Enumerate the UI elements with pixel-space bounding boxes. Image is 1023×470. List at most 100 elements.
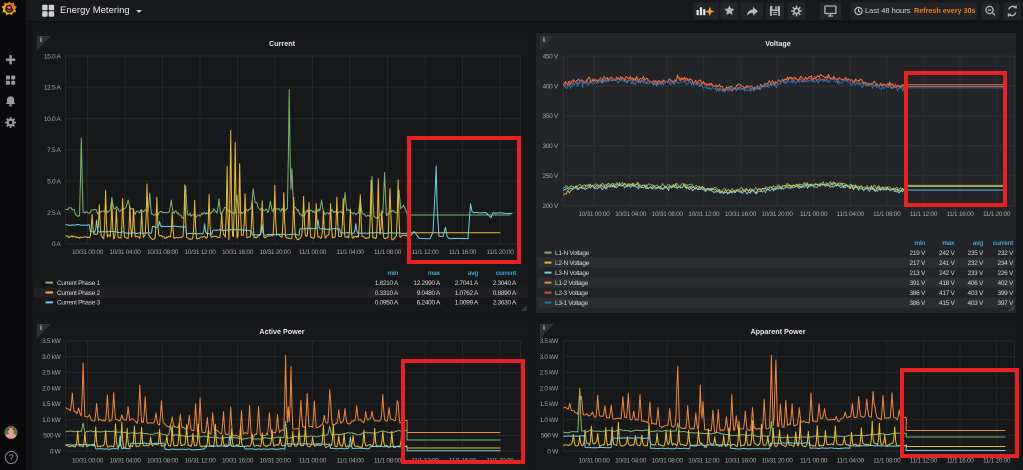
- svg-text:11/1 08:00: 11/1 08:00: [873, 457, 901, 464]
- svg-text:Current: Current: [269, 39, 296, 48]
- svg-text:current: current: [993, 240, 1014, 247]
- svg-text:Current Phase 2: Current Phase 2: [57, 290, 101, 297]
- svg-text:Active Power: Active Power: [259, 327, 304, 336]
- svg-text:234 V: 234 V: [998, 260, 1014, 267]
- svg-text:500 W: 500 W: [541, 433, 559, 440]
- svg-text:1.5 kW: 1.5 kW: [42, 401, 62, 408]
- svg-text:max: max: [942, 240, 955, 247]
- svg-text:402 V: 402 V: [998, 280, 1014, 287]
- svg-text:217 V: 217 V: [910, 260, 926, 267]
- svg-text:2.0 kW: 2.0 kW: [42, 385, 62, 392]
- svg-text:L3-1 Voltage: L3-1 Voltage: [555, 300, 589, 307]
- svg-text:0.3310 A: 0.3310 A: [375, 290, 399, 297]
- svg-text:10/31 08:00: 10/31 08:00: [652, 211, 684, 218]
- svg-text:11/1 16:00: 11/1 16:00: [946, 457, 974, 464]
- svg-text:391 V: 391 V: [910, 280, 926, 287]
- svg-text:10/31 04:00: 10/31 04:00: [615, 211, 647, 218]
- svg-text:11/1 08:00: 11/1 08:00: [374, 249, 402, 256]
- svg-text:Current Phase 3: Current Phase 3: [57, 300, 101, 307]
- svg-text:397 V: 397 V: [998, 300, 1014, 307]
- svg-text:417 V: 417 V: [939, 290, 955, 297]
- svg-text:1.0762 A: 1.0762 A: [455, 290, 479, 297]
- svg-text:386 V: 386 V: [910, 300, 926, 307]
- svg-text:11/1 04:00: 11/1 04:00: [336, 457, 364, 464]
- svg-text:2.3040 A: 2.3040 A: [493, 280, 517, 287]
- svg-text:11/1 20:00: 11/1 20:00: [983, 457, 1011, 464]
- svg-text:9.0480 A: 9.0480 A: [417, 290, 441, 297]
- svg-text:1.5 kW: 1.5 kW: [540, 401, 560, 408]
- svg-text:15.0 A: 15.0 A: [44, 53, 62, 60]
- svg-text:11/1 12:00: 11/1 12:00: [910, 457, 938, 464]
- svg-text:250 V: 250 V: [543, 173, 559, 180]
- svg-text:2.5 kW: 2.5 kW: [42, 370, 62, 377]
- svg-text:11/1 12:00: 11/1 12:00: [910, 211, 938, 218]
- svg-text:3.5 kW: 3.5 kW: [540, 338, 560, 345]
- svg-text:235 V: 235 V: [968, 250, 984, 257]
- svg-text:2.0 kW: 2.0 kW: [540, 385, 560, 392]
- svg-text:max: max: [428, 270, 441, 277]
- svg-text:386 V: 386 V: [910, 290, 926, 297]
- svg-text:500 W: 500 W: [43, 433, 61, 440]
- svg-text:avg: avg: [973, 240, 984, 247]
- svg-text:242 V: 242 V: [939, 270, 955, 277]
- svg-text:Voltage: Voltage: [765, 39, 790, 48]
- svg-text:L2-3 Voltage: L2-3 Voltage: [555, 290, 589, 297]
- svg-text:12.2990 A: 12.2990 A: [413, 280, 441, 287]
- svg-text:0 A: 0 A: [52, 241, 61, 248]
- svg-text:11/1 00:00: 11/1 00:00: [299, 249, 327, 256]
- svg-text:232 V: 232 V: [968, 260, 984, 267]
- svg-text:403 V: 403 V: [968, 290, 984, 297]
- svg-text:11/1 00:00: 11/1 00:00: [800, 211, 828, 218]
- svg-text:10/31 16:00: 10/31 16:00: [222, 457, 254, 464]
- svg-text:Current Phase 1: Current Phase 1: [57, 280, 101, 287]
- svg-text:400 V: 400 V: [543, 83, 559, 90]
- svg-text:1.0 kW: 1.0 kW: [42, 417, 62, 424]
- svg-text:6.2400 A: 6.2400 A: [417, 300, 441, 307]
- svg-text:415 V: 415 V: [939, 300, 955, 307]
- svg-text:406 V: 406 V: [968, 280, 984, 287]
- svg-text:10/31 12:00: 10/31 12:00: [184, 249, 216, 256]
- svg-text:10/31 04:00: 10/31 04:00: [615, 457, 647, 464]
- svg-text:1.0 kW: 1.0 kW: [540, 417, 560, 424]
- svg-text:226 V: 226 V: [998, 270, 1014, 277]
- svg-text:10/31 08:00: 10/31 08:00: [147, 249, 179, 256]
- svg-text:1.0099 A: 1.0099 A: [455, 300, 479, 307]
- svg-text:10/31 08:00: 10/31 08:00: [652, 457, 684, 464]
- svg-text:min: min: [387, 270, 398, 277]
- svg-text:10.0 A: 10.0 A: [44, 116, 62, 123]
- svg-text:L1-N Voltage: L1-N Voltage: [555, 250, 590, 257]
- svg-text:11/1 04:00: 11/1 04:00: [336, 249, 364, 256]
- svg-text:10/31 12:00: 10/31 12:00: [688, 211, 720, 218]
- svg-text:2.5 A: 2.5 A: [47, 210, 61, 217]
- svg-text:399 V: 399 V: [998, 290, 1014, 297]
- svg-text:0 W: 0 W: [547, 448, 559, 455]
- svg-text:11/1 20:00: 11/1 20:00: [983, 211, 1011, 218]
- svg-text:11/1 08:00: 11/1 08:00: [873, 211, 901, 218]
- svg-text:3.5 kW: 3.5 kW: [42, 338, 62, 345]
- svg-text:12.5 A: 12.5 A: [44, 85, 62, 92]
- svg-text:200 V: 200 V: [543, 203, 559, 210]
- svg-text:Apparent Power: Apparent Power: [750, 327, 805, 336]
- svg-text:11/1 00:00: 11/1 00:00: [299, 457, 327, 464]
- svg-text:241 V: 241 V: [939, 260, 955, 267]
- svg-text:10/31 20:00: 10/31 20:00: [259, 457, 291, 464]
- svg-text:10/31 04:00: 10/31 04:00: [109, 457, 141, 464]
- svg-text:213 V: 213 V: [910, 270, 926, 277]
- svg-text:10/31 16:00: 10/31 16:00: [725, 211, 757, 218]
- svg-text:242 V: 242 V: [939, 250, 955, 257]
- svg-text:3.0 kW: 3.0 kW: [540, 354, 560, 361]
- svg-text:1.8210 A: 1.8210 A: [375, 280, 399, 287]
- svg-text:11/1 04:00: 11/1 04:00: [837, 457, 865, 464]
- svg-text:10/31 20:00: 10/31 20:00: [259, 249, 291, 256]
- svg-text:10/31 08:00: 10/31 08:00: [147, 457, 179, 464]
- svg-text:10/31 20:00: 10/31 20:00: [761, 457, 793, 464]
- svg-text:11/1 16:00: 11/1 16:00: [946, 211, 974, 218]
- svg-text:3.0 kW: 3.0 kW: [42, 354, 62, 361]
- svg-text:10/31 12:00: 10/31 12:00: [688, 457, 720, 464]
- svg-text:2.5 kW: 2.5 kW: [540, 370, 560, 377]
- svg-text:L1-2 Voltage: L1-2 Voltage: [555, 280, 589, 287]
- svg-text:avg: avg: [468, 270, 479, 277]
- svg-text:300 V: 300 V: [543, 143, 559, 150]
- svg-text:10/31 00:00: 10/31 00:00: [578, 457, 610, 464]
- svg-text:10/31 12:00: 10/31 12:00: [184, 457, 216, 464]
